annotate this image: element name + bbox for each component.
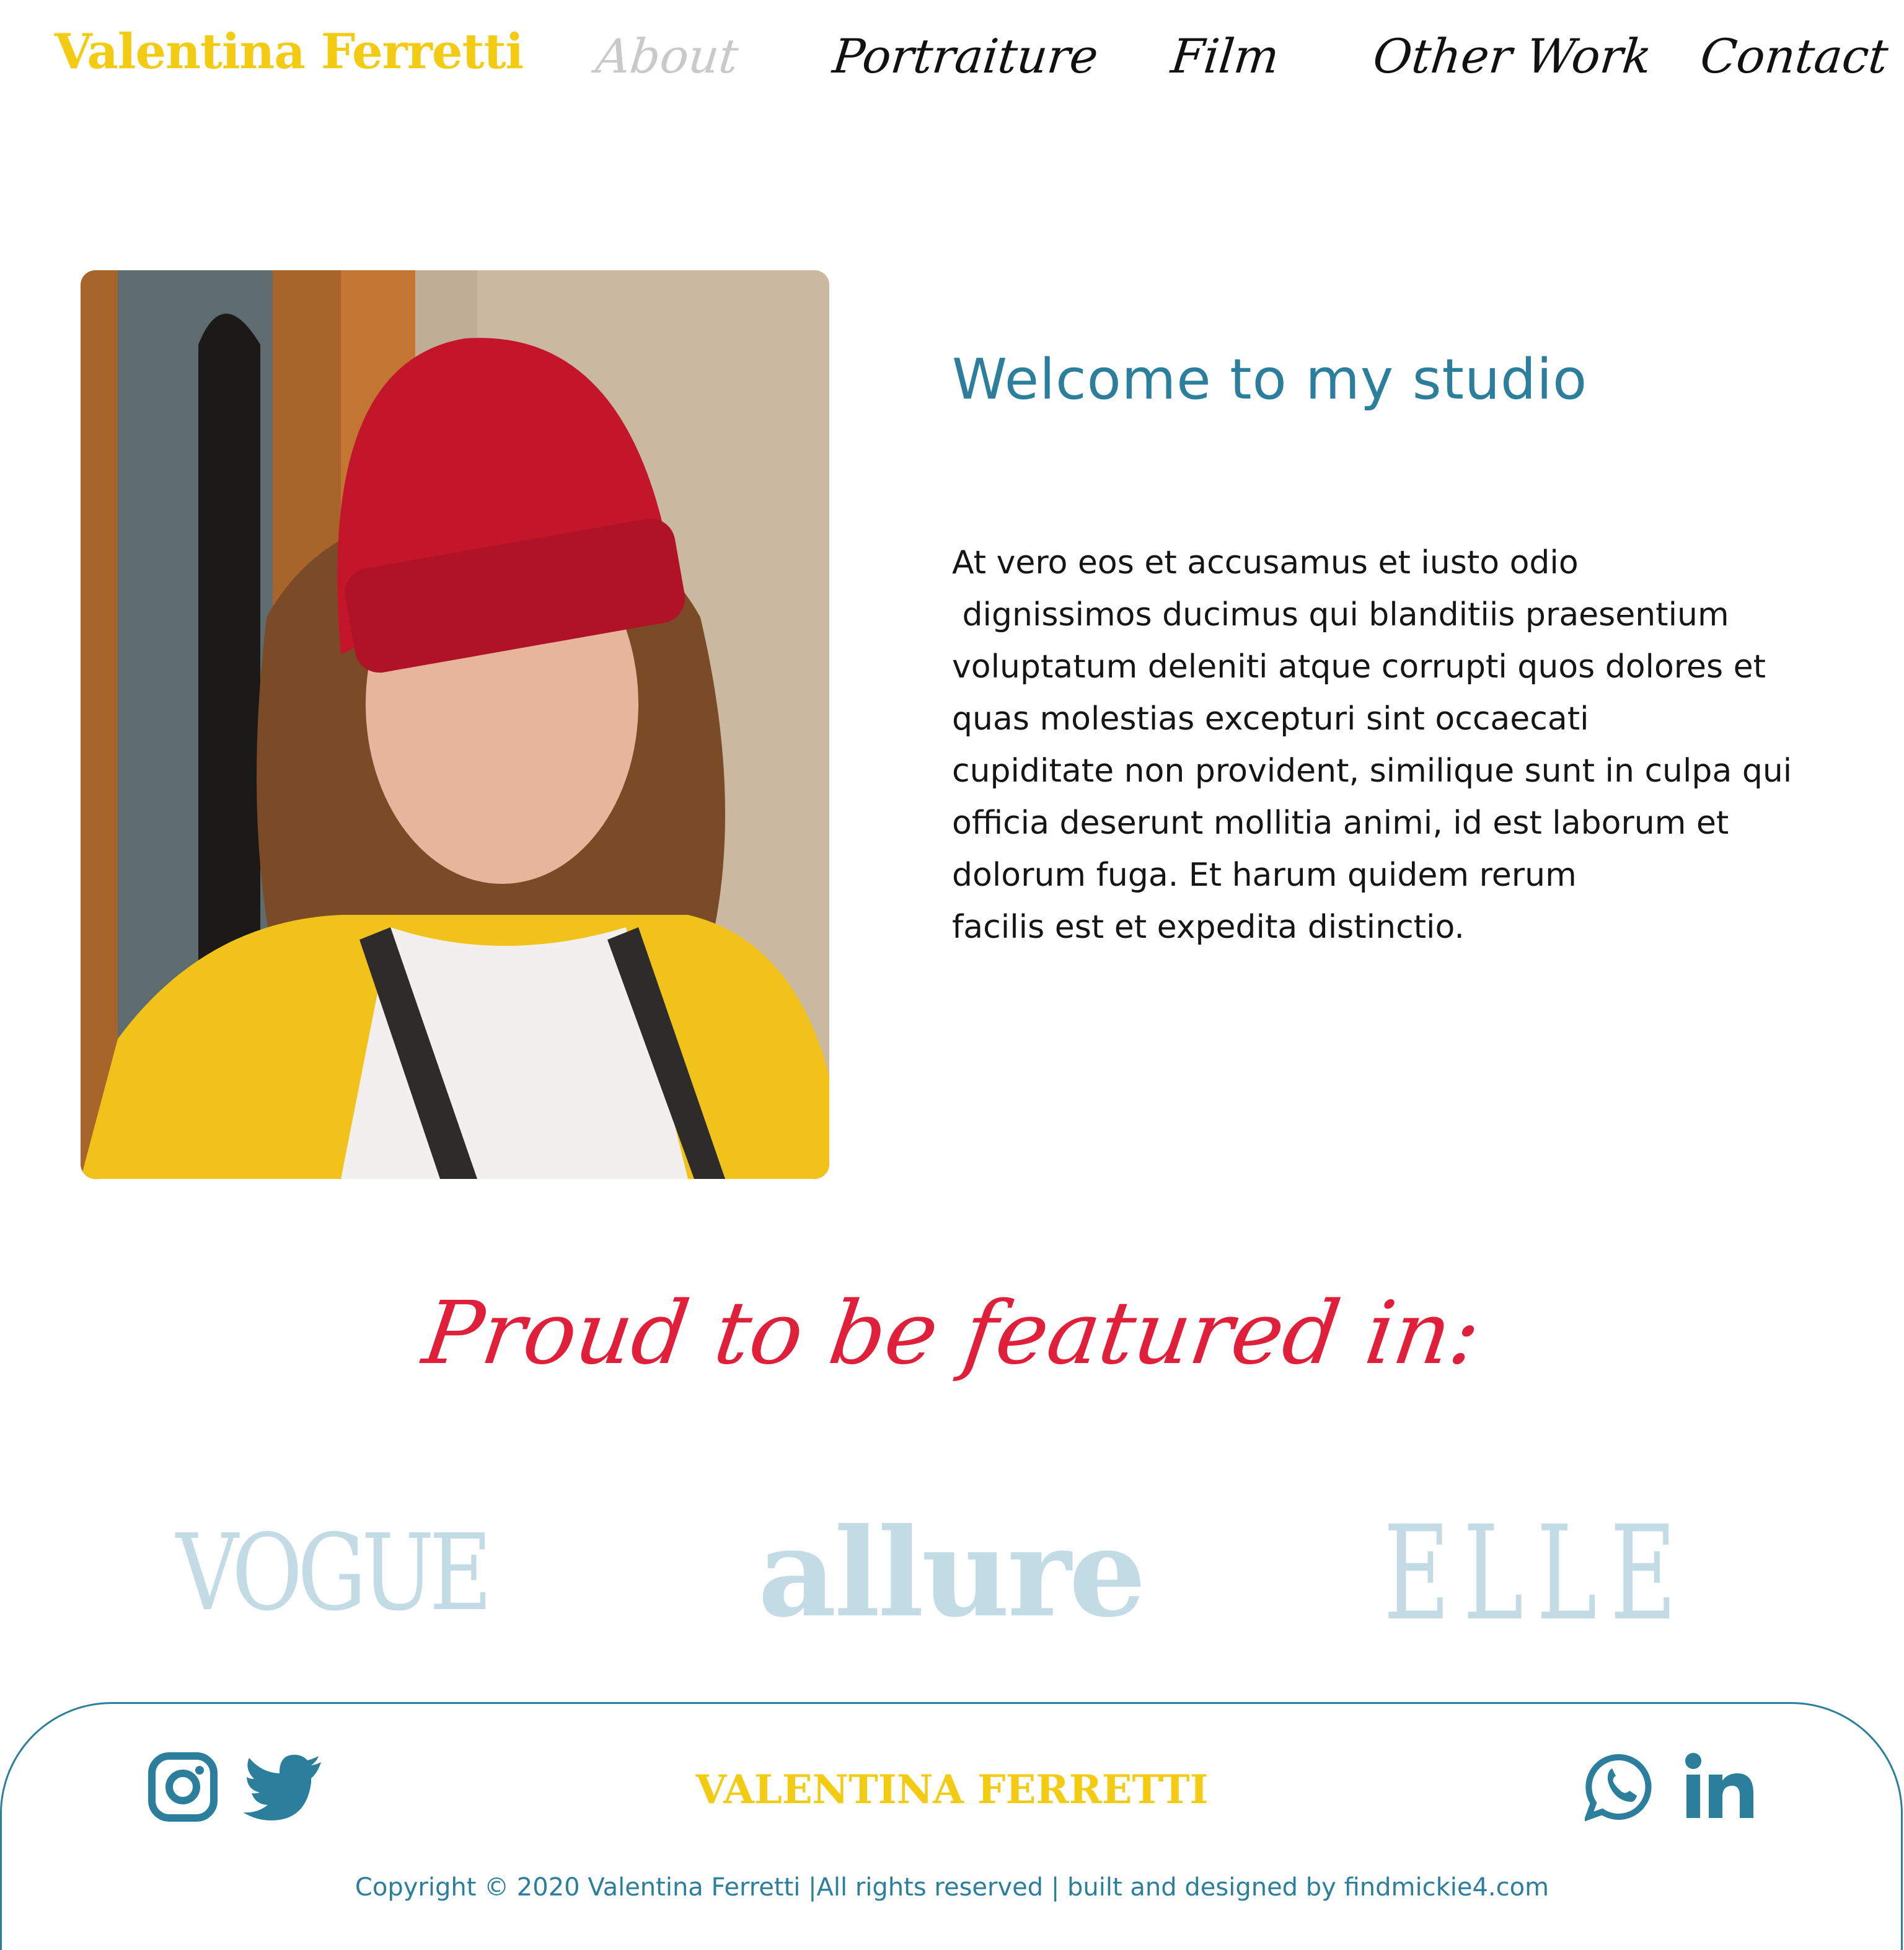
brand-logo[interactable]: Valentina Ferretti [55, 24, 524, 80]
vogue-logo: VOGUE [175, 1512, 492, 1635]
elle-logo: ELLE [1383, 1497, 1690, 1649]
bio-line: dignissimos ducimus qui blanditiis praes… [952, 596, 1729, 633]
copyright-text: Copyright © 2020 Valentina Ferretti |All… [355, 1873, 1549, 1902]
featured-heading: Proud to be featured in: [417, 1283, 1487, 1384]
bio-text: At vero eos et accusamus et iusto odio d… [952, 537, 1851, 953]
allure-logo: allure [757, 1502, 1146, 1644]
bio-line: voluptatum deleniti atque corrupti quos … [952, 648, 1766, 686]
bio-line: cupiditate non provident, similique sunt… [952, 752, 1792, 790]
nav-film[interactable]: Film [1168, 29, 1282, 84]
bio-line: At vero eos et accusamus et iusto odio [952, 544, 1579, 581]
bio-line: dolorum fuga. Et harum quidem rerum [952, 857, 1577, 894]
bio-line: officia deserunt mollitia animi, id est … [952, 805, 1729, 842]
bio-line: quas molestias excepturi sint occaecati [952, 700, 1589, 738]
footer-brand-name: VALENTINA FERRETTI [695, 1767, 1209, 1813]
nav-about[interactable]: About [593, 29, 741, 84]
portrait-photo [81, 270, 829, 1179]
welcome-heading: Welcome to my studio [952, 347, 1588, 412]
bio-line: facilis est et expedita distinctio. [952, 909, 1465, 946]
nav-other-work[interactable]: Other Work [1370, 29, 1654, 84]
nav-contact[interactable]: Contact [1698, 29, 1890, 84]
nav-portraiture[interactable]: Portraiture [830, 29, 1101, 84]
